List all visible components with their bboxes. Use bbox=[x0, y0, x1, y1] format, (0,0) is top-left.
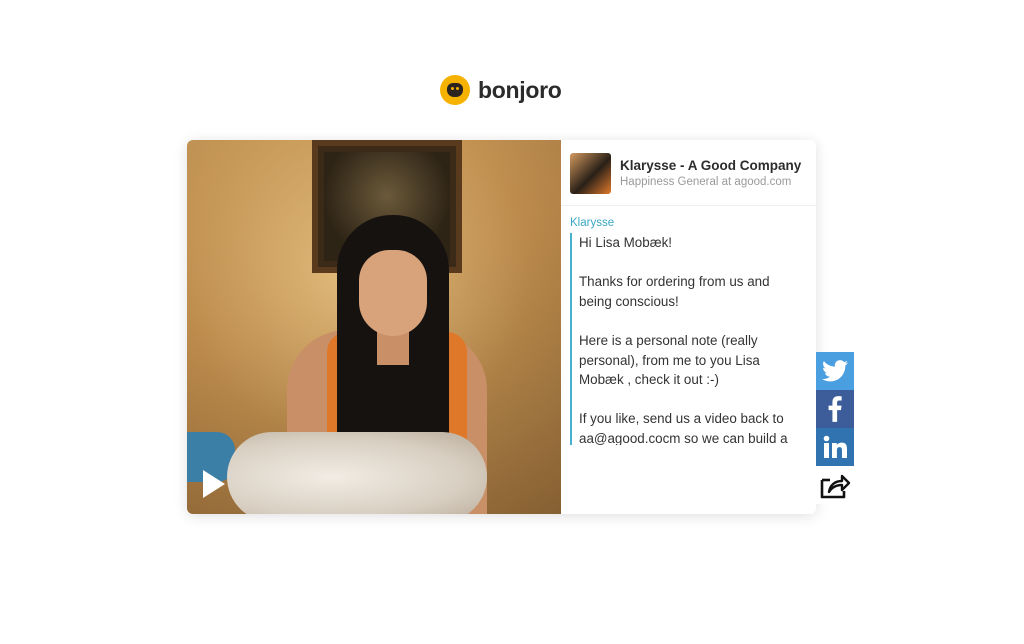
message-body: Hi Lisa Mobæk! Thanks for ordering from … bbox=[570, 233, 800, 445]
brand-header: bonjoro bbox=[440, 73, 562, 107]
message-paragraph: If you like, send us a video back to aa@… bbox=[579, 411, 788, 445]
bonjoro-card: Klarysse - A Good Company Happiness Gene… bbox=[187, 140, 816, 514]
play-icon[interactable] bbox=[203, 470, 225, 498]
sender-name: Klarysse - A Good Company bbox=[620, 158, 802, 173]
share-bar bbox=[816, 352, 854, 504]
facebook-share-button[interactable] bbox=[816, 390, 854, 428]
person-face bbox=[359, 250, 427, 336]
linkedin-icon bbox=[823, 435, 847, 458]
share-icon bbox=[820, 474, 851, 499]
brand-name: bonjoro bbox=[478, 76, 562, 103]
message-panel: Klarysse - A Good Company Happiness Gene… bbox=[561, 140, 816, 514]
video-player[interactable] bbox=[187, 140, 561, 514]
bonjoro-logo-icon bbox=[440, 75, 470, 105]
dog bbox=[227, 432, 487, 514]
twitter-icon bbox=[822, 360, 848, 382]
message-paragraph: Thanks for ordering from us and being co… bbox=[579, 274, 770, 309]
sender-header: Klarysse - A Good Company Happiness Gene… bbox=[561, 140, 816, 206]
facebook-icon bbox=[828, 396, 842, 422]
sender-role: Happiness General at agood.com bbox=[620, 176, 792, 188]
twitter-share-button[interactable] bbox=[816, 352, 854, 390]
message-paragraph: Hi Lisa Mobæk! bbox=[579, 235, 673, 250]
message-paragraph: Here is a personal note (really personal… bbox=[579, 332, 760, 388]
linkedin-share-button[interactable] bbox=[816, 428, 854, 466]
message-author: Klarysse bbox=[570, 217, 615, 229]
share-button[interactable] bbox=[816, 466, 854, 504]
avatar bbox=[570, 153, 611, 194]
